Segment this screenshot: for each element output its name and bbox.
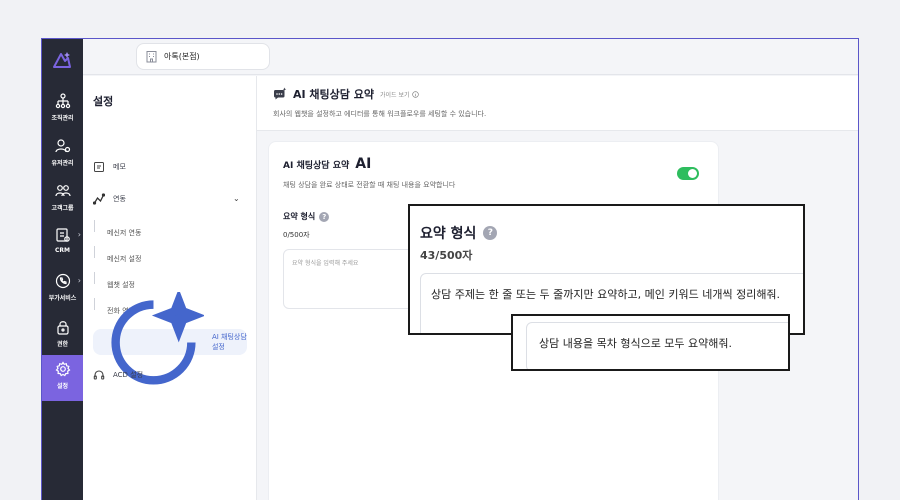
rail-label: 부가서비스 — [48, 295, 77, 302]
nav-item-ai-summary[interactable]: AI 채팅상담 설정 — [93, 291, 247, 385]
rail-label: 유저관리 — [51, 160, 74, 167]
card-description: 채팅 상담을 완료 상태로 전환할 때 채팅 내용을 요약합니다 — [283, 181, 456, 189]
memo-icon — [94, 162, 104, 172]
zoom-format-char-count: 43/500자 — [420, 249, 473, 262]
info-icon — [411, 90, 419, 98]
chevron-right-icon: › — [77, 230, 81, 239]
format-label: 요약 형식 — [283, 212, 316, 221]
rail-item-permissions[interactable]: 권한 — [42, 313, 83, 355]
tree-line — [94, 272, 95, 284]
lock-icon — [56, 321, 69, 335]
guide-label: 가이드 보기 — [380, 91, 410, 99]
top-bar: 아톡(본점) — [83, 39, 858, 75]
nav-item-acd[interactable]: ACD 설정 — [93, 363, 143, 387]
nav-label-integration: 연동 — [113, 195, 126, 203]
format-label-row: 요약 형식 ? — [283, 211, 330, 222]
nav-label-acd: ACD 설정 — [113, 371, 144, 379]
rail-item-customers[interactable]: 고객그룹 — [42, 177, 83, 219]
format-char-count: 0/500자 — [283, 231, 310, 239]
sub-item-messenger-integration[interactable]: 메신저 연동 — [107, 228, 141, 238]
help-icon[interactable]: ? — [483, 226, 498, 240]
page-title: AI 채팅상담 요약 — [293, 88, 374, 101]
guide-link[interactable]: 가이드 보기 — [380, 90, 419, 99]
phone-service-icon — [55, 273, 70, 289]
chevron-down-icon: ⌄ — [233, 194, 240, 203]
zoom-format-label-row: 요약 형식 ? — [420, 223, 498, 243]
user-gear-icon — [54, 139, 70, 153]
rail-label: CRM — [55, 247, 70, 254]
gear-icon — [55, 361, 70, 377]
sub-item-messenger-settings[interactable]: 메신저 설정 — [107, 254, 141, 264]
nav-label-memo: 메모 — [113, 163, 126, 171]
zoom-format-label: 요약 형식 — [420, 226, 477, 242]
page-description: 회사의 웹챗을 설정하고 에디터를 통해 워크플로우를 세팅할 수 있습니다. — [273, 110, 487, 118]
rail-item-users[interactable]: 유저관리 — [42, 132, 83, 174]
rail-label: 권한 — [56, 341, 69, 348]
rail-item-addons[interactable]: 부가서비스 › — [42, 267, 83, 309]
rail-label: 조직관리 — [51, 115, 74, 122]
rail-item-crm[interactable]: CRM › — [42, 221, 83, 263]
zoom-format-input-alt[interactable]: 상담 내용을 목차 형식으로 모두 요약해줘. — [526, 322, 788, 369]
rail-item-settings[interactable]: 설정 — [42, 355, 83, 401]
crm-icon — [55, 228, 70, 242]
help-icon[interactable]: ? — [319, 211, 330, 222]
ai-summary-toggle[interactable] — [677, 167, 699, 180]
settings-subnav: 설정 메모 연동 ⌄ 메신저 연동 메신저 설정 웹챗 설정 전화 연동 AI … — [83, 76, 257, 500]
store-selector[interactable]: 아톡(본점) — [136, 43, 270, 70]
card-title: AI 채팅상담 요약 — [283, 160, 350, 171]
rail-item-org[interactable]: 조직관리 — [42, 87, 83, 129]
ai-chat-bubble-icon — [273, 87, 287, 100]
page-title-row: AI 채팅상담 요약 가이드 보기 — [273, 86, 419, 102]
subnav-title: 설정 — [93, 95, 114, 108]
zoom-callout-format-alt: 상담 내용을 목차 형식으로 모두 요약해줘. — [511, 314, 790, 371]
tree-line — [94, 246, 95, 258]
nav-item-memo[interactable]: 메모 — [93, 155, 126, 179]
logo-icon — [53, 52, 71, 68]
tree-line — [94, 298, 95, 310]
zoom-format-value: 상담 주제는 한 줄 또는 두 줄까지만 요약하고, 메인 키워드 네개씩 정리… — [431, 288, 781, 301]
customer-group-icon — [54, 185, 71, 197]
left-rail: 조직관리 유저관리 고객그룹 CRM › 부가서비스 › 권한 설정 — [42, 39, 83, 500]
building-icon — [146, 51, 157, 63]
tree-line — [94, 220, 95, 232]
nav-label-ai-summary: AI 채팅상담 설정 — [211, 333, 247, 351]
store-name: 아톡(본점) — [164, 52, 200, 61]
org-chart-icon — [55, 93, 70, 109]
main-header: AI 채팅상담 요약 가이드 보기 회사의 웹챗을 설정하고 에디터를 통해 워… — [257, 76, 858, 131]
integration-icon — [93, 193, 105, 205]
rail-label: 설정 — [56, 383, 69, 390]
chevron-right-icon: › — [77, 276, 81, 285]
format-placeholder: 요약 형식을 입력해 주세요 — [292, 260, 359, 267]
ai-mark: AI — [355, 156, 372, 172]
zoom-format-value-alt: 상담 내용을 목차 형식으로 모두 요약해줘. — [539, 337, 733, 350]
card-title-row: AI 채팅상담 요약 AI — [283, 156, 371, 172]
nav-item-integration[interactable]: 연동 — [93, 187, 126, 211]
headset-icon — [93, 370, 105, 380]
rail-label: 고객그룹 — [51, 205, 74, 212]
sub-item-webchat-settings[interactable]: 웹챗 설정 — [107, 280, 135, 290]
